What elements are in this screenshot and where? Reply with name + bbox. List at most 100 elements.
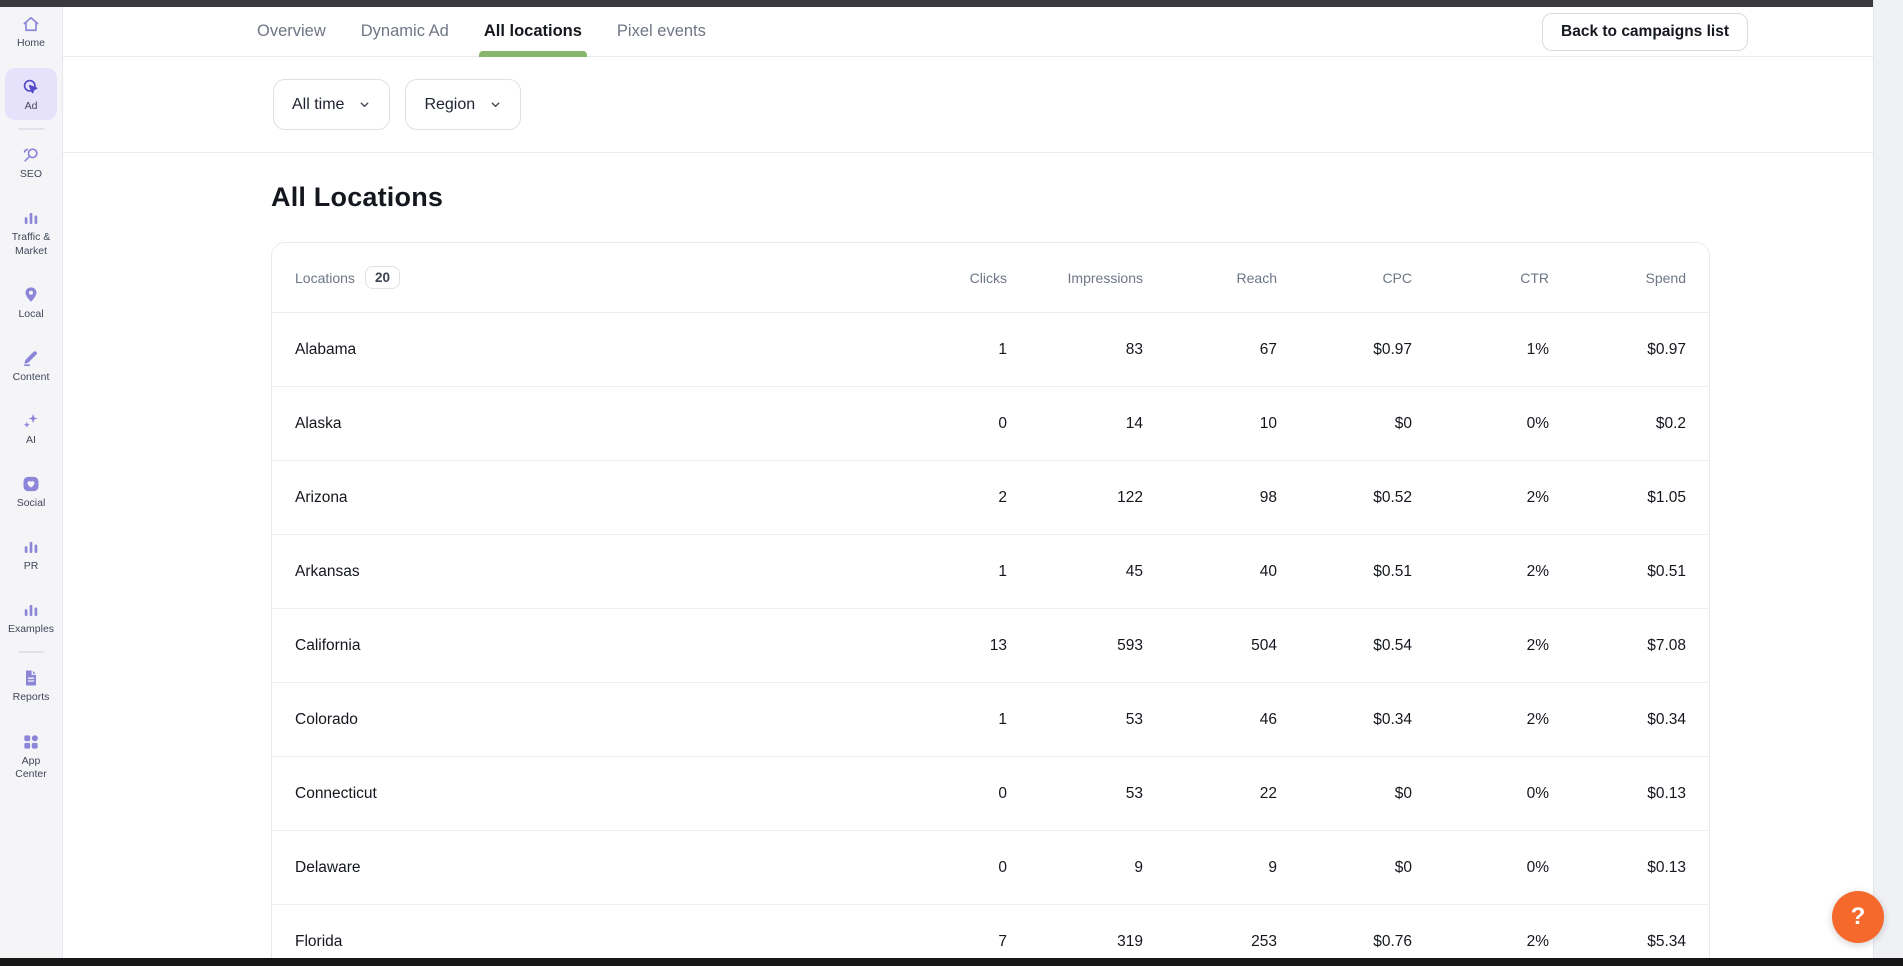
impressions-cell: 122 <box>1007 489 1143 507</box>
clicks-cell: 1 <box>871 711 1007 729</box>
sidebar-item-ai[interactable]: AI <box>5 411 57 447</box>
location-cell: Arkansas <box>295 563 871 581</box>
sidebar-item-label: Examples <box>8 623 54 636</box>
ctr-cell: 2% <box>1412 489 1549 507</box>
sidebar-item-local[interactable]: Local <box>5 285 57 321</box>
sidebar-item-label: Ad <box>25 100 38 113</box>
home-icon <box>21 14 41 34</box>
sidebar-item-label: Content <box>13 371 50 384</box>
clicks-cell: 0 <box>871 785 1007 803</box>
spend-cell: $5.34 <box>1549 933 1686 951</box>
cpc-column-header: CPC <box>1277 270 1412 286</box>
impressions-cell: 53 <box>1007 785 1143 803</box>
reach-cell: 46 <box>1143 711 1277 729</box>
table-row[interactable]: Connecticut 0 53 22 $0 0% $0.13 <box>272 757 1709 831</box>
pencil-icon <box>21 348 41 368</box>
sidebar: Home Ad SEO Traffic & Market Local Conte… <box>0 0 63 966</box>
spend-cell: $0.34 <box>1549 711 1686 729</box>
help-button[interactable]: ? <box>1832 891 1884 943</box>
map-pin-icon <box>21 285 41 305</box>
spend-cell: $0.51 <box>1549 563 1686 581</box>
main-area: Overview Dynamic Ad All locations Pixel eve… <box>63 0 1903 966</box>
spend-column-header: Spend <box>1549 270 1686 286</box>
time-filter-dropdown[interactable]: All time <box>273 79 390 130</box>
table-row[interactable]: California 13 593 504 $0.54 2% $7.08 <box>272 609 1709 683</box>
cpc-cell: $0.51 <box>1277 563 1412 581</box>
chevron-down-icon <box>489 98 502 111</box>
time-filter-label: All time <box>292 96 344 114</box>
spend-cell: $0.13 <box>1549 785 1686 803</box>
table-row[interactable]: Arkansas 1 45 40 $0.51 2% $0.51 <box>272 535 1709 609</box>
clicks-cell: 7 <box>871 933 1007 951</box>
clicks-cell: 0 <box>871 859 1007 877</box>
location-cell: California <box>295 637 871 655</box>
sidebar-item-reports[interactable]: Reports <box>5 668 57 704</box>
sidebar-item-seo[interactable]: SEO <box>5 145 57 181</box>
tab-label: Dynamic Ad <box>361 22 449 41</box>
back-to-campaigns-button[interactable]: Back to campaigns list <box>1542 13 1748 51</box>
reach-cell: 40 <box>1143 563 1277 581</box>
reach-cell: 22 <box>1143 785 1277 803</box>
sidebar-item-social[interactable]: Social <box>5 474 57 510</box>
region-filter-label: Region <box>424 96 475 114</box>
sidebar-item-content[interactable]: Content <box>5 348 57 384</box>
sidebar-item-pr[interactable]: PR <box>5 537 57 573</box>
reach-cell: 253 <box>1143 933 1277 951</box>
ctr-cell: 0% <box>1412 859 1549 877</box>
sidebar-item-label: SEO <box>20 168 42 181</box>
sidebar-item-home[interactable]: Home <box>5 14 57 50</box>
ctr-cell: 2% <box>1412 637 1549 655</box>
sidebar-item-ad[interactable]: Ad <box>5 68 57 120</box>
clicks-cell: 0 <box>871 415 1007 433</box>
tab-overview[interactable]: Overview <box>255 7 328 56</box>
tabs: Overview Dynamic Ad All locations Pixel eve… <box>255 7 708 56</box>
spend-cell: $0.13 <box>1549 859 1686 877</box>
cpc-cell: $0 <box>1277 415 1412 433</box>
location-cell: Alaska <box>295 415 871 433</box>
impressions-cell: 14 <box>1007 415 1143 433</box>
table-row[interactable]: Colorado 1 53 46 $0.34 2% $0.34 <box>272 683 1709 757</box>
sidebar-divider <box>18 651 44 653</box>
table-row[interactable]: Arizona 2 122 98 $0.52 2% $1.05 <box>272 461 1709 535</box>
location-cell: Connecticut <box>295 785 871 803</box>
bar-chart-icon <box>21 537 41 557</box>
table-row[interactable]: Delaware 0 9 9 $0 0% $0.13 <box>272 831 1709 905</box>
tab-dynamic-ad[interactable]: Dynamic Ad <box>359 7 451 56</box>
impressions-cell: 83 <box>1007 341 1143 359</box>
region-filter-dropdown[interactable]: Region <box>405 79 521 130</box>
ctr-cell: 0% <box>1412 785 1549 803</box>
bar-chart-icon <box>21 208 41 228</box>
window-top-edge <box>0 0 1873 7</box>
scrollbar-track[interactable] <box>1873 0 1903 966</box>
clicks-cell: 1 <box>871 563 1007 581</box>
page-title: All Locations <box>271 182 1903 213</box>
impressions-column-header: Impressions <box>1007 270 1143 286</box>
reach-cell: 9 <box>1143 859 1277 877</box>
campaign-tab-bar: Overview Dynamic Ad All locations Pixel eve… <box>63 0 1903 57</box>
sparkles-icon <box>21 411 41 431</box>
report-doc-icon <box>21 668 41 688</box>
ctr-cell: 2% <box>1412 563 1549 581</box>
clicks-cell: 2 <box>871 489 1007 507</box>
app-grid-icon <box>21 732 41 752</box>
sidebar-item-traffic-market[interactable]: Traffic & Market <box>5 208 57 257</box>
tab-pixel-events[interactable]: Pixel events <box>615 7 708 56</box>
clicks-cell: 1 <box>871 341 1007 359</box>
table-row[interactable]: Alaska 0 14 10 $0 0% $0.2 <box>272 387 1709 461</box>
tab-all-locations[interactable]: All locations <box>482 7 584 56</box>
reach-cell: 98 <box>1143 489 1277 507</box>
table-row[interactable]: Alabama 1 83 67 $0.97 1% $0.97 <box>272 313 1709 387</box>
location-cell: Arizona <box>295 489 871 507</box>
spend-cell: $1.05 <box>1549 489 1686 507</box>
impressions-cell: 9 <box>1007 859 1143 877</box>
chevron-down-icon <box>358 98 371 111</box>
sidebar-item-label: AI <box>26 434 36 447</box>
ctr-cell: 1% <box>1412 341 1549 359</box>
sidebar-item-examples[interactable]: Examples <box>5 600 57 636</box>
table-row[interactable]: Florida 7 319 253 $0.76 2% $5.34 <box>272 905 1709 966</box>
sidebar-item-label: Home <box>17 37 45 50</box>
sidebar-item-app-center[interactable]: App Center <box>5 732 57 781</box>
spend-cell: $7.08 <box>1549 637 1686 655</box>
ctr-cell: 0% <box>1412 415 1549 433</box>
heart-square-icon <box>21 474 41 494</box>
